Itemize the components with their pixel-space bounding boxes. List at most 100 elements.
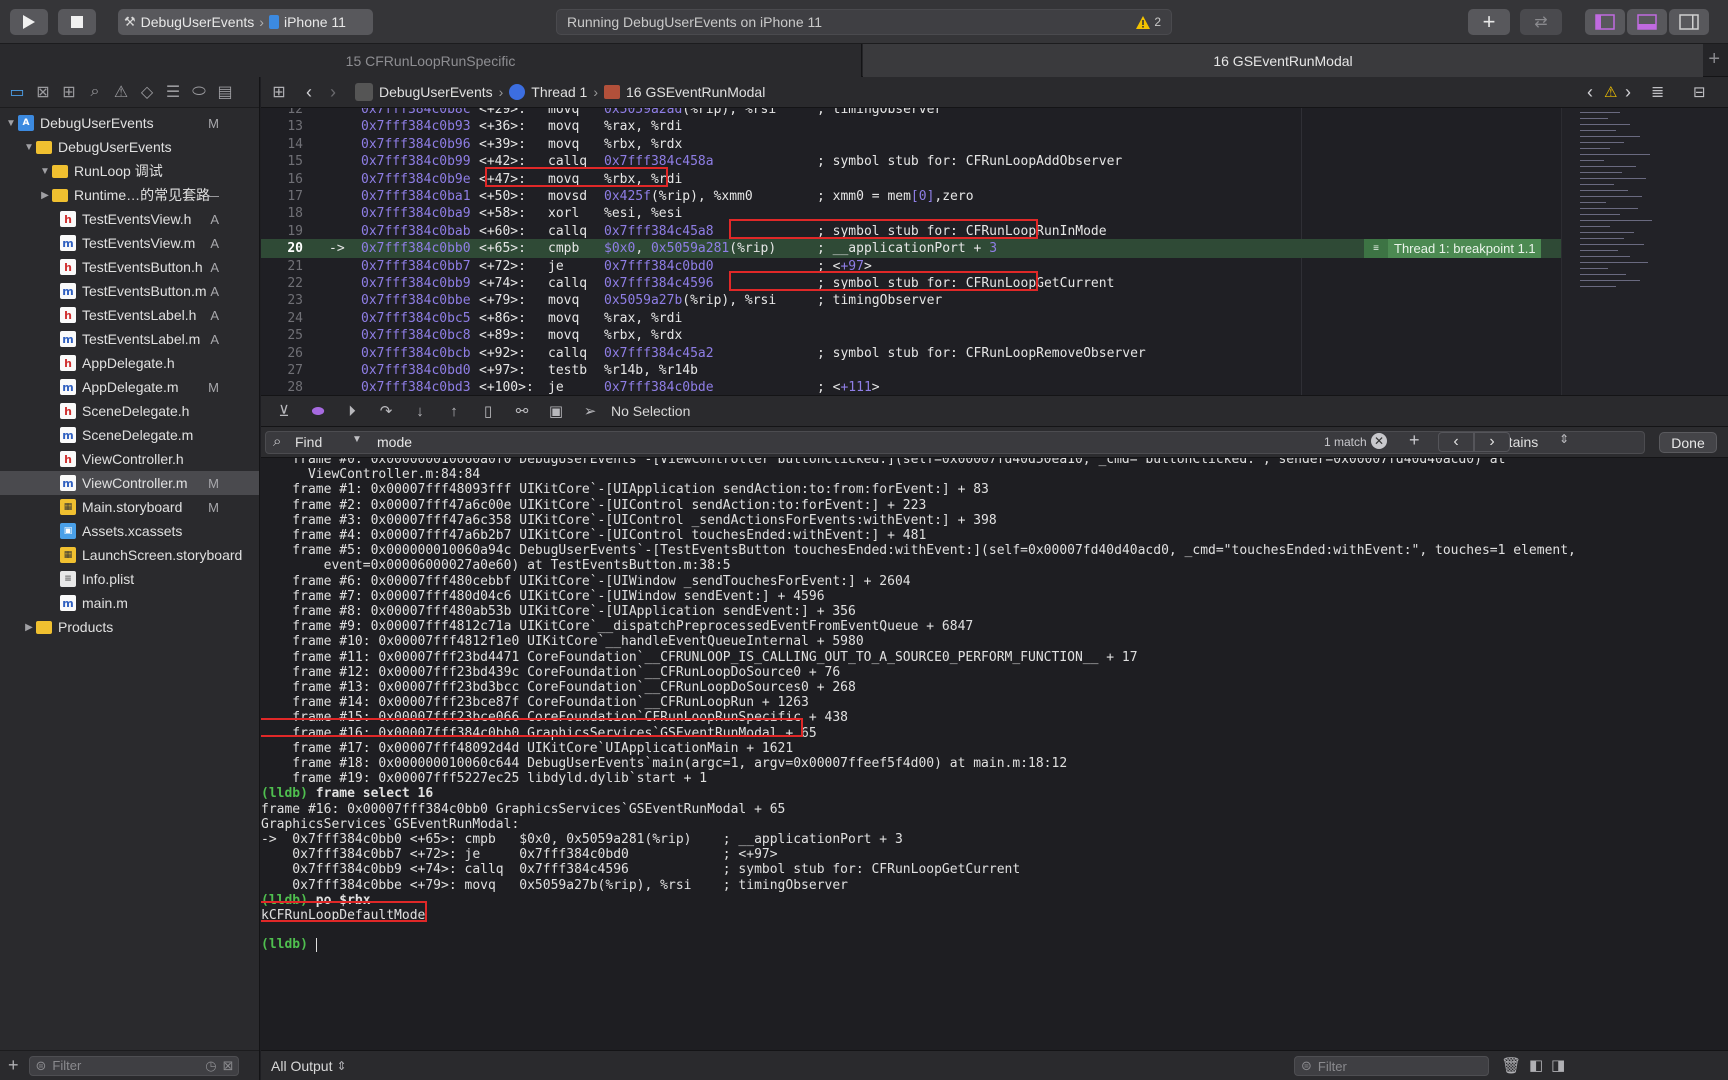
tree-item-file[interactable]: m main.m (0, 591, 259, 615)
search-icon[interactable]: ⌕ (82, 83, 108, 101)
header-file-icon: h (60, 403, 76, 419)
find-mode-select[interactable]: Find (295, 434, 322, 450)
warning-indicator[interactable]: 2 (1136, 15, 1161, 29)
tree-item-file[interactable]: ≡ Info.plist (0, 567, 259, 591)
scheme-selector[interactable]: ⚒ DebugUserEvents › iPhone 11 (118, 9, 373, 35)
environment-overrides-icon[interactable]: ▣ (543, 402, 569, 420)
hide-debug-area-icon[interactable]: ⊻ (271, 402, 297, 420)
recent-files-icon[interactable]: ◷ (205, 1058, 216, 1074)
breakpoints-toggle-icon[interactable]: ⬬ (305, 403, 331, 420)
tree-item-file[interactable]: ▦ LaunchScreen.storyboard (0, 543, 259, 567)
source-control-icon[interactable]: ⊠ (30, 82, 56, 102)
console-line: frame #2: 0x00007fff47a6c00e UIKitCore`-… (261, 497, 927, 513)
issue-warning-icon[interactable]: ⚠ (1604, 83, 1617, 101)
simulate-location-icon[interactable]: ➢ (577, 402, 603, 420)
tab-label: 16 GSEventRunModal (1213, 52, 1353, 69)
toggle-inspector-button[interactable] (1669, 9, 1709, 35)
tree-item-label: TestEventsView.h (82, 211, 192, 227)
test-diamond-icon[interactable]: ◇ (134, 82, 160, 102)
breadcrumb-project[interactable]: DebugUserEvents (379, 84, 493, 100)
header-file-icon: h (60, 307, 76, 323)
breakpoint-tag-icon[interactable]: ⬭ (186, 83, 212, 101)
disassembly-line: 24 0x7fff384c0bc5 <+86>: movq %rax, %rdi (261, 309, 1561, 328)
scm-filter-icon[interactable]: ⊠ (223, 1058, 234, 1074)
console-input-line[interactable]: (lldb) (261, 937, 1728, 952)
tree-item-file[interactable]: m TestEventsButton.m A (0, 279, 259, 303)
tree-item-group[interactable]: ▼ DebugUserEvents (0, 135, 259, 159)
tree-item-group[interactable]: ▶ Runtime…的常见套路 — (0, 183, 259, 207)
tree-item-file[interactable]: m ViewController.m M (0, 471, 259, 495)
symbol-icon[interactable]: ⊞ (56, 82, 82, 102)
run-button[interactable] (10, 9, 48, 35)
debug-list-icon[interactable]: ☰ (160, 82, 186, 102)
find-query-input[interactable]: mode (377, 434, 412, 450)
tree-item-project[interactable]: ▼ A DebugUserEvents M (0, 111, 259, 135)
tree-item-file[interactable]: h TestEventsLabel.h A (0, 303, 259, 327)
console-filter-input[interactable]: ⊜ Filter (1294, 1056, 1489, 1076)
memory-graph-icon[interactable]: ⚯ (509, 402, 535, 420)
tree-item-file[interactable]: h ViewController.h (0, 447, 259, 471)
split-editor-icon[interactable]: ⊟ (1693, 83, 1706, 101)
done-button[interactable]: Done (1659, 432, 1717, 453)
right-panel-icon (1679, 14, 1699, 30)
instruction-operands: 0x7fff384c45a8 (604, 223, 714, 239)
related-items-icon[interactable]: ⊞ (261, 82, 297, 102)
line-number: 15 (287, 154, 303, 170)
review-button[interactable]: ⇄ (1520, 9, 1562, 35)
toggle-debug-area-button[interactable] (1627, 9, 1667, 35)
minimap[interactable] (1561, 108, 1728, 434)
step-into-icon[interactable]: ↓ (407, 403, 433, 420)
back-icon[interactable]: ‹ (297, 82, 321, 103)
issue-warning-icon[interactable]: ⚠ (108, 82, 134, 102)
tree-item-file[interactable]: m SceneDelegate.m (0, 423, 259, 447)
editor-options-icon[interactable]: ≣ (1651, 82, 1664, 102)
tree-item-file[interactable]: m TestEventsLabel.m A (0, 327, 259, 351)
tree-item-file[interactable]: h SceneDelegate.h (0, 399, 259, 423)
tree-item-file[interactable]: h AppDelegate.h (0, 351, 259, 375)
disassembly-line: 17 0x7fff384c0ba1 <+50>: movsd 0x425f(%rip),… (261, 187, 1561, 206)
navigator-filter-input[interactable]: ⊜ Filter ◷ ⊠ (28, 1055, 239, 1076)
trash-icon[interactable]: 🗑 (1501, 1056, 1521, 1076)
tree-item-label: ViewController.h (82, 451, 184, 467)
tree-item-group[interactable]: ▼ RunLoop 调试 (0, 159, 259, 183)
disassembly-editor[interactable]: 12 0x7fff384c0b8c <+29>: movq 0x5059a2ad(%ri… (261, 108, 1728, 434)
breadcrumb-frame[interactable]: 16 GSEventRunModal (626, 84, 765, 100)
window-toolbar: ⚒ DebugUserEvents › iPhone 11 Running De… (0, 0, 1728, 44)
stop-button[interactable] (58, 9, 96, 35)
tree-item-file[interactable]: h TestEventsView.h A (0, 207, 259, 231)
console-line: 0x7fff384c0bb7 <+72>: je 0x7fff384c0bd0 … (261, 847, 778, 863)
add-tab-icon[interactable]: + (1708, 48, 1720, 71)
instruction-operands: 0x425f(%rip), %xmm0 (604, 189, 753, 204)
tree-item-label: Assets.xcassets (82, 523, 183, 539)
breadcrumb-thread[interactable]: Thread 1 (531, 84, 587, 100)
prev-issue-icon[interactable]: ‹ (1587, 82, 1593, 103)
clear-search-icon[interactable]: ✕ (1371, 433, 1387, 449)
folder-icon[interactable]: ▭ (4, 82, 30, 102)
view-hierarchy-icon[interactable]: ▯ (475, 402, 501, 420)
prev-button[interactable]: ‹ (1438, 432, 1474, 452)
tree-item-file[interactable]: ▦ Main.storyboard M (0, 495, 259, 519)
console-view-icon[interactable]: ◨ (1551, 1056, 1565, 1074)
forward-icon[interactable]: › (321, 82, 345, 103)
step-over-icon[interactable]: ↷ (373, 402, 399, 420)
tree-item-file[interactable]: m TestEventsView.m A (0, 231, 259, 255)
continue-icon[interactable]: ⏵ (339, 403, 365, 420)
tree-item-file[interactable]: h TestEventsButton.h A (0, 255, 259, 279)
debug-console[interactable]: frame #0: 0x000000010060a0f0 DebugUserEv… (261, 458, 1728, 1050)
next-button[interactable]: › (1474, 432, 1510, 452)
step-out-icon[interactable]: ↑ (441, 403, 467, 420)
tab-cfrunlooprunspecific[interactable]: 15 CFRunLoopRunSpecific (0, 44, 862, 77)
tree-item-group[interactable]: ▶ Products (0, 615, 259, 639)
toggle-navigator-button[interactable] (1585, 9, 1625, 35)
report-bubble-icon[interactable]: ▤ (212, 82, 238, 102)
variables-view-icon[interactable]: ◧ (1529, 1056, 1543, 1074)
output-mode-select[interactable]: All Output (271, 1058, 332, 1074)
add-pattern-icon[interactable]: + (1409, 430, 1420, 451)
next-issue-icon[interactable]: › (1625, 82, 1631, 103)
library-button[interactable]: + (1468, 9, 1510, 35)
tab-gseventrunmodal[interactable]: 16 GSEventRunModal (863, 44, 1703, 77)
add-icon[interactable]: + (8, 1055, 19, 1076)
tree-item-file[interactable]: ▣ Assets.xcassets (0, 519, 259, 543)
breakpoint-annotation[interactable]: ≡ Thread 1: breakpoint 1.1 (1364, 239, 1541, 259)
tree-item-file[interactable]: m AppDelegate.m M (0, 375, 259, 399)
